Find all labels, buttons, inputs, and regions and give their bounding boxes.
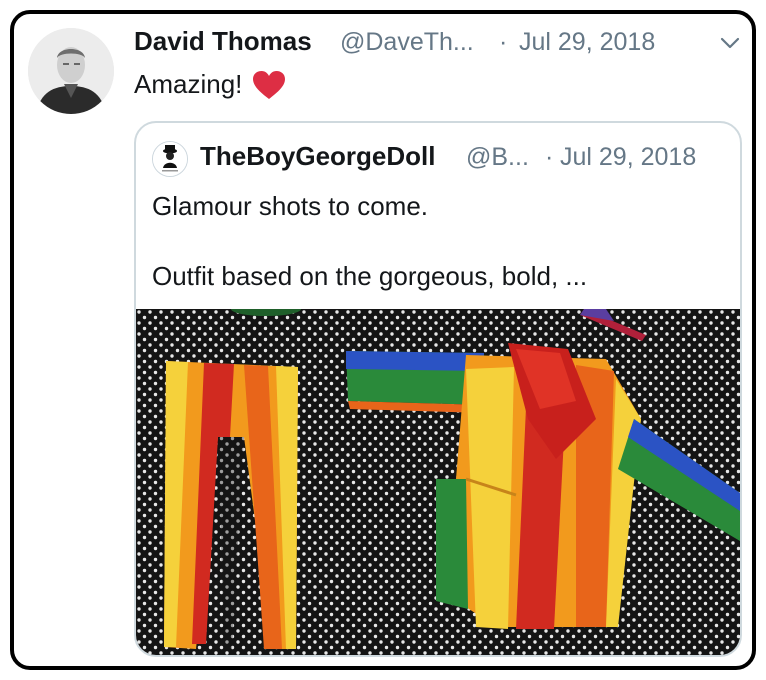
tweet-text: Amazing! (134, 69, 286, 100)
quoted-text-line-2: Outfit based on the gorgeous, bold, ... (152, 261, 588, 291)
tweet-text-body: Amazing! (134, 69, 243, 99)
quoted-tweet[interactable]: TheBoyGeorgeDoll @B... · Jul 29, 2018 Gl… (134, 121, 742, 657)
quoted-author-handle[interactable]: @B... (466, 143, 529, 172)
trousers-graphic (164, 361, 298, 649)
quoted-text-line-1: Glamour shots to come. (152, 191, 428, 221)
quoted-meta-separator: · (545, 143, 554, 171)
tweet-card[interactable]: David Thomas @DaveTh... · Jul 29, 2018 A… (10, 10, 756, 670)
quoted-tweet-date: Jul 29, 2018 (560, 143, 697, 171)
chevron-down-icon[interactable] (720, 36, 740, 50)
quoted-author-name[interactable]: TheBoyGeorgeDoll (200, 141, 435, 172)
red-heart-icon (253, 70, 286, 99)
meta-separator: · (499, 28, 508, 56)
quoted-tweet-photo[interactable] (136, 309, 740, 655)
author-name[interactable]: David Thomas (134, 26, 312, 57)
tweet-date[interactable]: Jul 29, 2018 (519, 28, 655, 57)
author-avatar[interactable] (28, 28, 114, 114)
quoted-avatar-image (153, 142, 187, 176)
quoted-author-avatar[interactable] (152, 141, 188, 177)
author-handle[interactable]: @DaveTh... (340, 28, 474, 57)
author-avatar-image (28, 28, 114, 114)
